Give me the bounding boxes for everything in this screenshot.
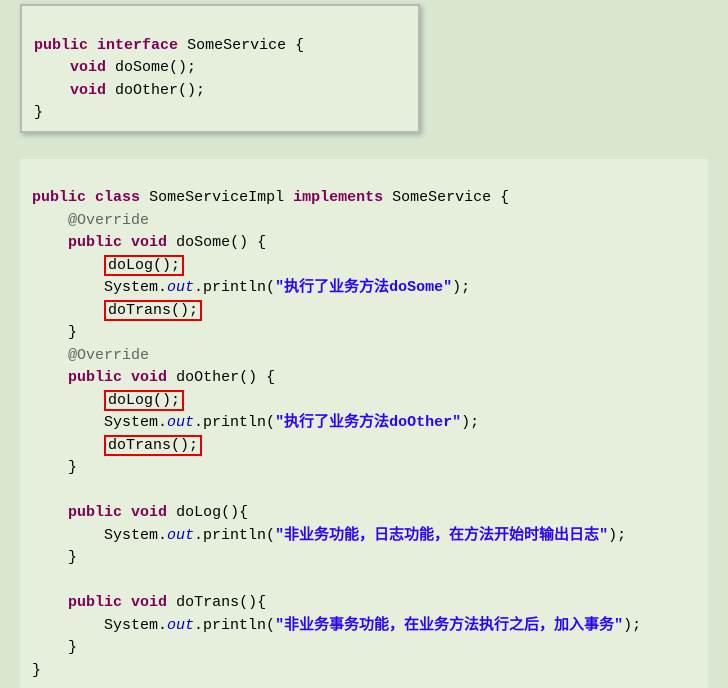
implements-name: SomeService <box>392 189 491 206</box>
class-code-block: public class SomeServiceImpl implements … <box>20 159 708 688</box>
keyword-public: public <box>68 594 122 611</box>
keyword-interface: interface <box>97 37 178 54</box>
class-close: } <box>32 662 41 679</box>
keyword-class: class <box>95 189 140 206</box>
highlight-doLog-call: doLog(); <box>104 390 184 411</box>
keyword-void: void <box>131 234 167 251</box>
method-doOther: doOther(); <box>106 82 205 99</box>
keyword-public: public <box>34 37 88 54</box>
highlight-doTrans-call: doTrans(); <box>104 435 202 456</box>
line-end: ); <box>452 279 470 296</box>
method-doTrans: doTrans(){ <box>167 594 266 611</box>
keyword-void: void <box>131 594 167 611</box>
brace-close: } <box>68 459 77 476</box>
println: .println( <box>194 279 275 296</box>
line-end: ); <box>461 414 479 431</box>
interface-name: SomeService <box>187 37 286 54</box>
highlight-doTrans-call: doTrans(); <box>104 300 202 321</box>
out-field: out <box>167 414 194 431</box>
out-field: out <box>167 279 194 296</box>
keyword-public: public <box>32 189 86 206</box>
keyword-void: void <box>70 82 106 99</box>
println: .println( <box>194 617 275 634</box>
string-doOther: "执行了业务方法doOther" <box>275 414 461 431</box>
line-end: ); <box>623 617 641 634</box>
system: System. <box>104 527 167 544</box>
keyword-public: public <box>68 504 122 521</box>
interface-code-block: public interface SomeService { void doSo… <box>20 4 420 133</box>
system: System. <box>104 617 167 634</box>
system: System. <box>104 279 167 296</box>
brace-close: } <box>68 324 77 341</box>
out-field: out <box>167 617 194 634</box>
println: .println( <box>194 414 275 431</box>
out-field: out <box>167 527 194 544</box>
println: .println( <box>194 527 275 544</box>
method-doSome: doSome(); <box>106 59 196 76</box>
method-doOther: doOther() { <box>167 369 275 386</box>
annotation-override: @Override <box>68 347 149 364</box>
string-doSome: "执行了业务方法doSome" <box>275 279 452 296</box>
brace-open: { <box>491 189 509 206</box>
brace-close: } <box>34 104 43 121</box>
method-doLog: doLog(){ <box>167 504 248 521</box>
line-end: ); <box>608 527 626 544</box>
brace-close: } <box>68 549 77 566</box>
class-name: SomeServiceImpl <box>149 189 284 206</box>
keyword-void: void <box>131 369 167 386</box>
highlight-doLog-call: doLog(); <box>104 255 184 276</box>
string-trans: "非业务事务功能，在业务方法执行之后，加入事务" <box>275 617 623 634</box>
brace-close: } <box>68 639 77 656</box>
method-doSome: doSome() { <box>167 234 266 251</box>
keyword-void: void <box>70 59 106 76</box>
annotation-override: @Override <box>68 212 149 229</box>
string-log: "非业务功能，日志功能，在方法开始时输出日志" <box>275 527 608 544</box>
keyword-void: void <box>131 504 167 521</box>
keyword-implements: implements <box>293 189 383 206</box>
keyword-public: public <box>68 234 122 251</box>
brace-open: { <box>286 37 304 54</box>
system: System. <box>104 414 167 431</box>
keyword-public: public <box>68 369 122 386</box>
